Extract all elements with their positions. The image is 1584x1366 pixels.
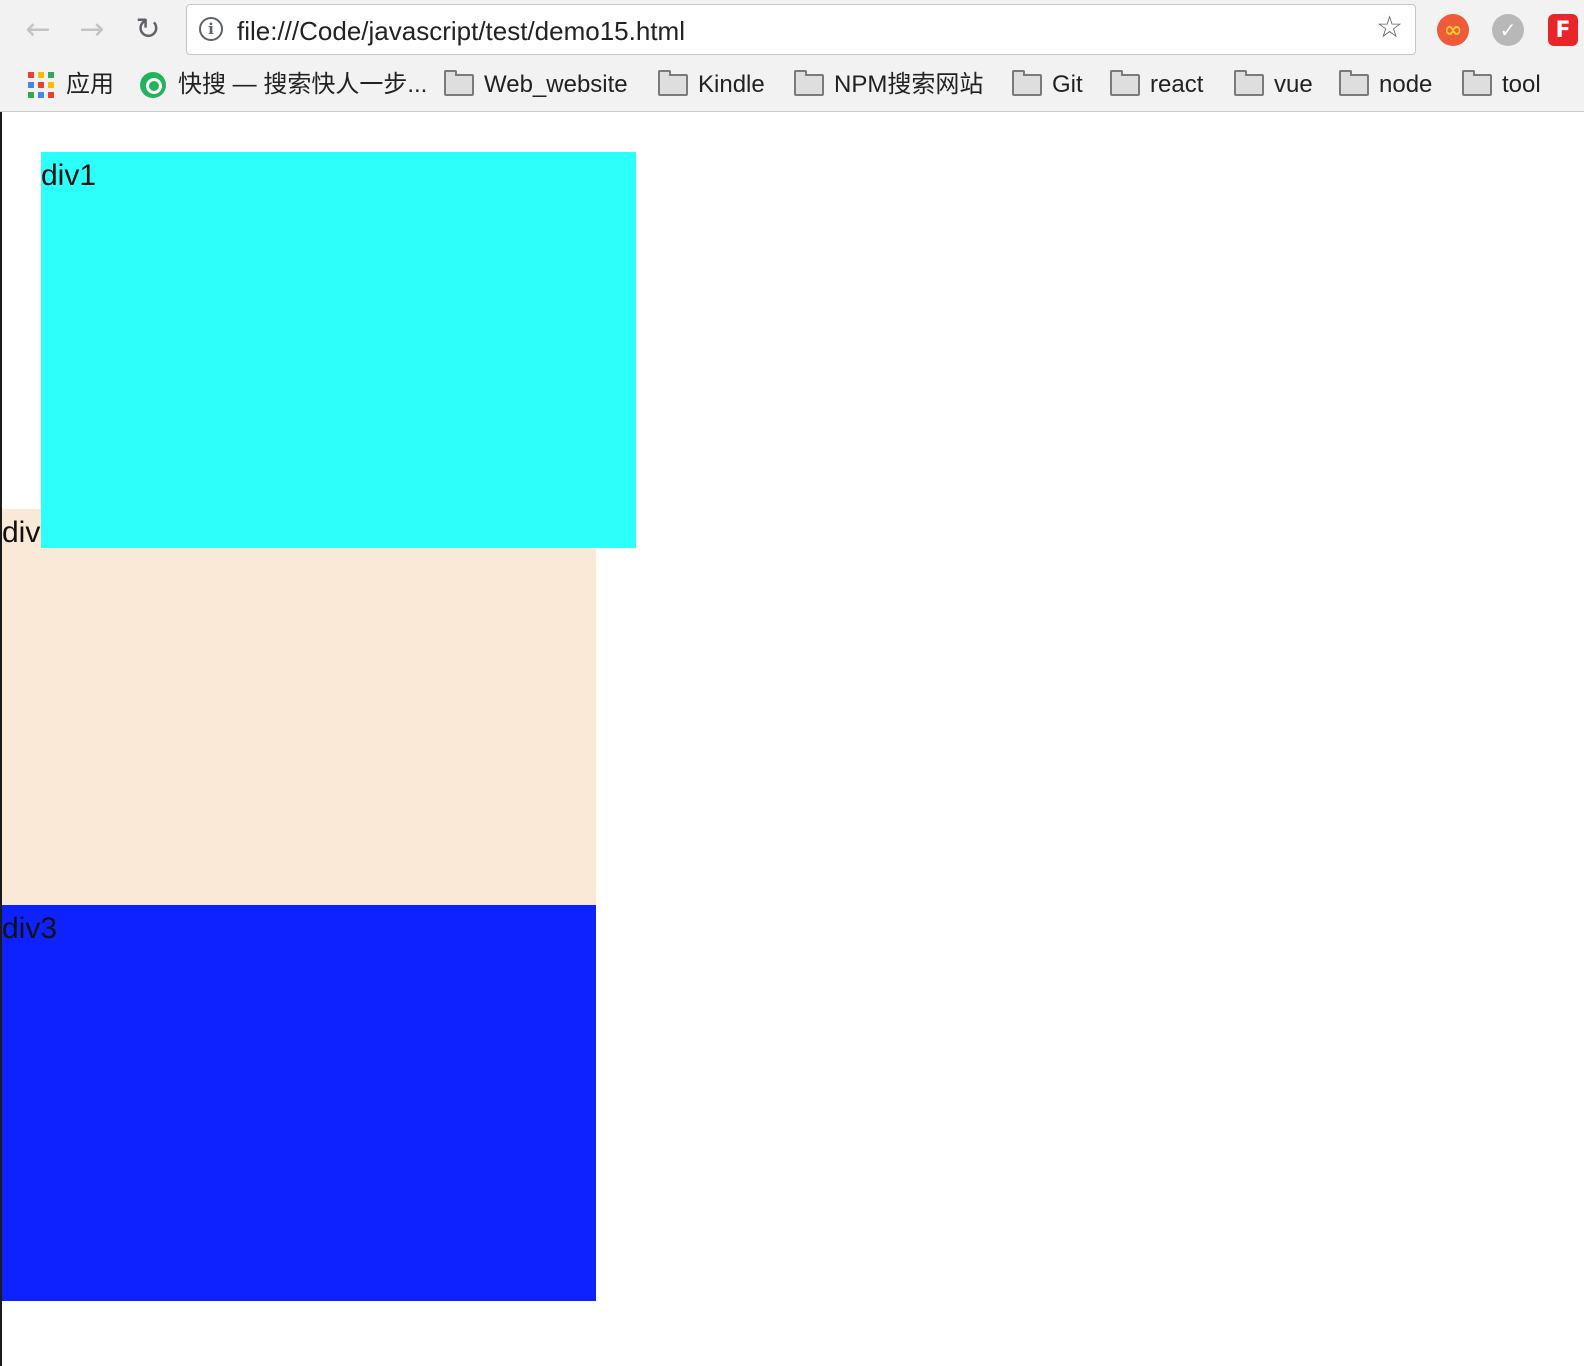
div2-box: div2 [2,509,596,905]
bookmark-label: 快搜 — 搜索快人一步... [178,71,428,98]
div3-label: div3 [2,912,58,945]
bookmark-label: 应用 [66,71,114,98]
forward-button[interactable]: → [70,8,114,52]
folder-icon [1234,70,1264,96]
back-button[interactable]: ← [16,8,60,52]
bookmark-web-website[interactable]: Web_website [444,62,628,108]
bookmark-kuaisou[interactable]: 快搜 — 搜索快人一步... [140,62,427,108]
bookmark-react[interactable]: react [1110,62,1203,108]
arrow-left-icon: ← [25,12,51,47]
star-icon[interactable]: ☆ [1376,13,1403,43]
bookmark-label: Git [1052,71,1083,98]
div1-box: div1 [41,152,636,548]
bookmark-label: NPM搜索网站 [834,71,984,98]
bookmark-vue[interactable]: vue [1234,62,1313,108]
div3-box: div3 [2,905,596,1301]
folder-icon [1462,70,1492,96]
address-bar[interactable]: i file:///Code/javascript/test/demo15.ht… [186,4,1416,55]
bookmark-label: vue [1274,71,1313,98]
bookmark-kindle[interactable]: Kindle [658,62,765,108]
infinity-extension-icon[interactable]: ∞ [1437,14,1469,46]
reload-icon: ↻ [135,12,161,47]
folder-icon [794,70,824,96]
folder-icon [658,70,688,96]
bookmark-label: Kindle [698,71,765,98]
folder-icon [444,70,474,96]
bookmarks-bar: 应用 快搜 — 搜索快人一步... Web_website Kindle NPM… [0,62,1584,108]
bookmark-label: Web_website [484,71,628,98]
folder-icon [1110,70,1140,96]
check-extension-icon[interactable]: ✓ [1492,14,1524,46]
arrow-right-icon: → [79,12,105,47]
bookmark-node[interactable]: node [1339,62,1432,108]
bookmark-label: react [1150,71,1204,98]
div1-label: div1 [41,159,97,192]
bookmark-apps[interactable]: 应用 [28,62,114,108]
info-icon[interactable]: i [199,17,223,41]
bookmark-tool[interactable]: tool [1462,62,1541,108]
folder-icon [1012,70,1042,96]
browser-chrome: ← → ↻ i file:///Code/javascript/test/dem… [0,0,1584,112]
bookmark-label: tool [1502,71,1541,98]
bookmark-npm[interactable]: NPM搜索网站 [794,62,983,108]
url-text[interactable]: file:///Code/javascript/test/demo15.html [237,17,685,45]
apps-grid-icon [28,72,54,98]
f-extension-icon[interactable]: F [1548,14,1578,46]
bookmark-label: node [1379,71,1433,98]
kuaisou-icon [140,72,166,98]
bookmark-git[interactable]: Git [1012,62,1083,108]
reload-button[interactable]: ↻ [126,8,170,52]
folder-icon [1339,70,1369,96]
